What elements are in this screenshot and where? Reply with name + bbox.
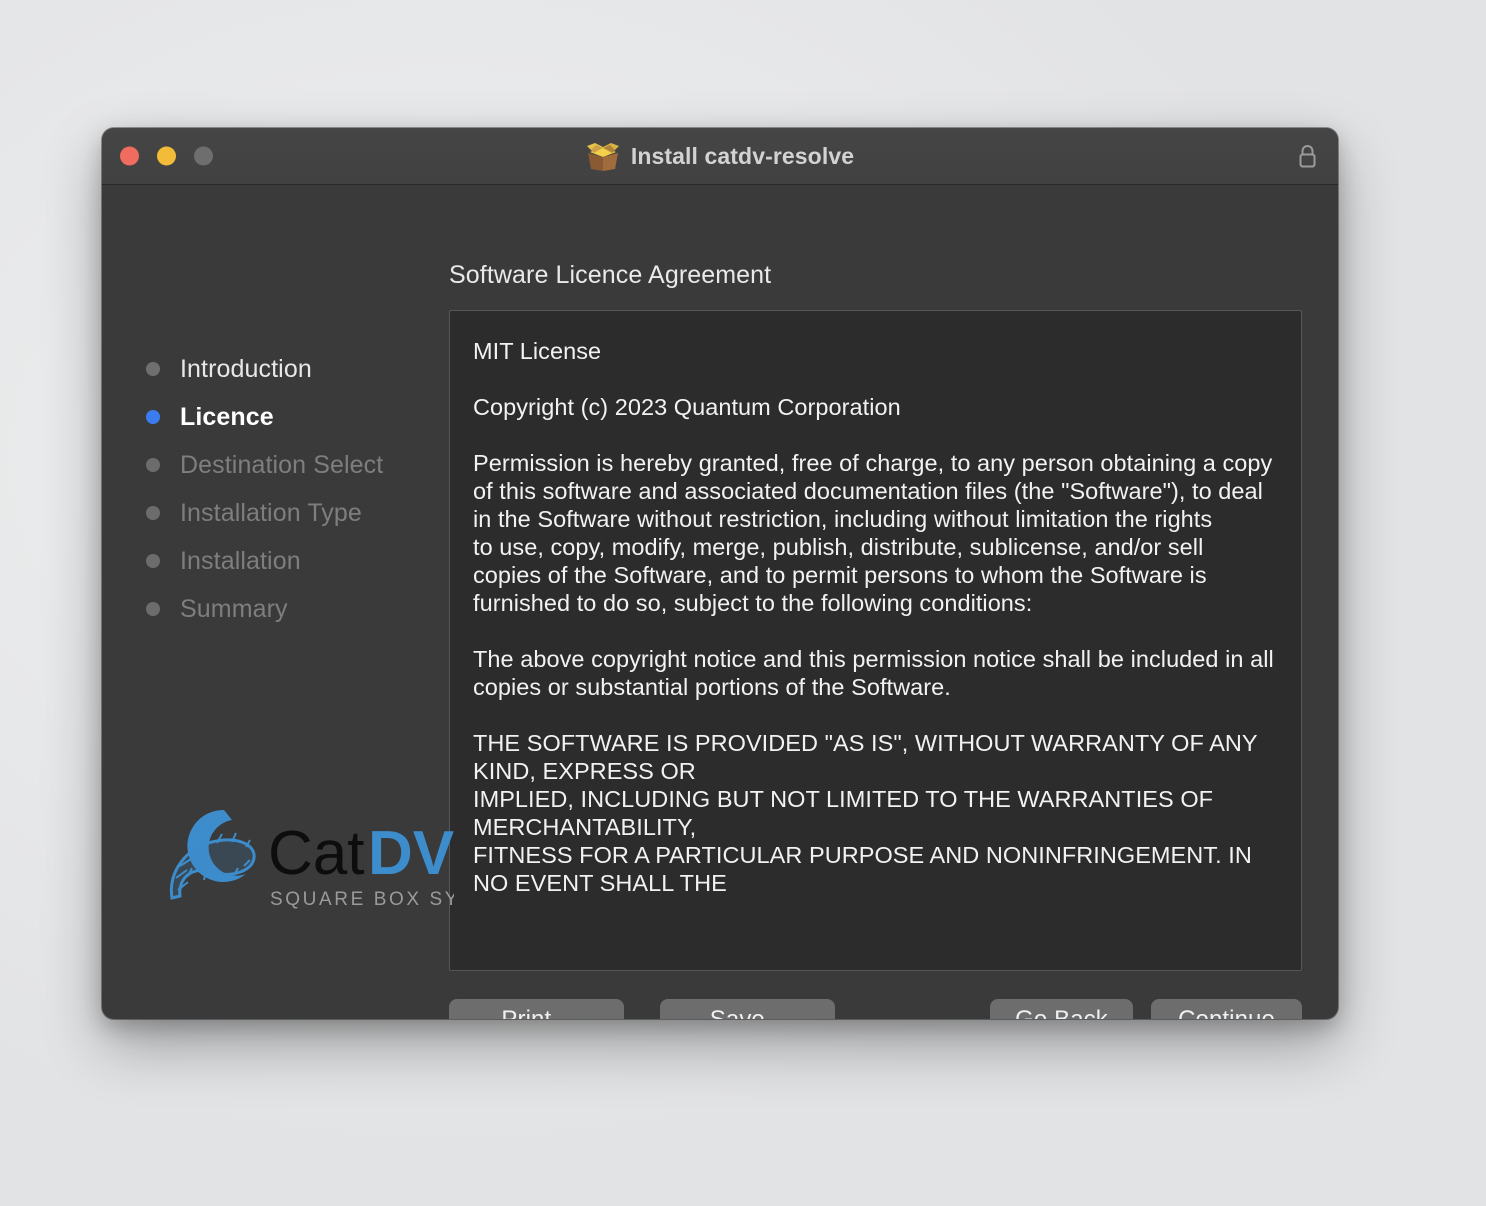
- continue-button[interactable]: Continue: [1151, 999, 1302, 1019]
- logo-word-dv: DV: [368, 819, 454, 888]
- print-button[interactable]: Print...: [449, 999, 624, 1019]
- licence-text-panel[interactable]: MIT License Copyright (c) 2023 Quantum C…: [449, 310, 1302, 971]
- sidebar-step-installation-type: Installation Type: [102, 489, 441, 537]
- sidebar-step-label: Licence: [180, 402, 274, 431]
- sidebar-step-label: Destination Select: [180, 450, 384, 479]
- traffic-light-group: [120, 146, 213, 166]
- sidebar-step-label: Introduction: [180, 354, 312, 383]
- button-row: Print... Save... Go Back Continue: [449, 999, 1302, 1019]
- logo-tagline: SQUARE BOX SYSTEMS: [270, 889, 454, 910]
- sidebar-step-introduction: Introduction: [102, 345, 441, 393]
- page-title: Software Licence Agreement: [449, 261, 772, 289]
- step-dot-icon: [146, 602, 160, 616]
- sidebar-step-installation: Installation: [102, 537, 441, 585]
- installer-window: Install catdv-resolve Introduction Licen…: [102, 128, 1338, 1019]
- installer-sidebar: Introduction Licence Destination Select …: [102, 185, 454, 1019]
- minimize-button[interactable]: [157, 146, 176, 166]
- logo-word-cat: Cat: [268, 819, 364, 888]
- window-title-group: Install catdv-resolve: [102, 141, 1338, 171]
- window-body: Introduction Licence Destination Select …: [102, 185, 1338, 1019]
- sidebar-step-summary: Summary: [102, 585, 441, 633]
- step-dot-icon: [146, 410, 160, 424]
- step-dot-icon: [146, 554, 160, 568]
- sidebar-step-label: Installation Type: [180, 498, 362, 527]
- step-dot-icon: [146, 458, 160, 472]
- installer-main-pane: Software Licence Agreement MIT License C…: [441, 185, 1338, 1019]
- sidebar-step-destination-select: Destination Select: [102, 441, 441, 489]
- close-button[interactable]: [120, 146, 139, 166]
- step-dot-icon: [146, 362, 160, 376]
- window-title: Install catdv-resolve: [630, 142, 855, 169]
- sidebar-step-label: Summary: [180, 594, 288, 623]
- licence-agreement-text: MIT License Copyright (c) 2023 Quantum C…: [473, 338, 1274, 896]
- lock-icon: [1299, 145, 1316, 168]
- step-dot-icon: [146, 506, 160, 520]
- sidebar-step-licence: Licence: [102, 393, 441, 441]
- zoom-button: [194, 146, 213, 166]
- save-button[interactable]: Save...: [660, 999, 835, 1019]
- package-box-icon: [586, 143, 619, 171]
- go-back-button[interactable]: Go Back: [990, 999, 1133, 1019]
- catdv-logo: Cat DV SQUARE BOX SYSTEMS: [169, 809, 454, 910]
- window-titlebar: Install catdv-resolve: [102, 128, 1338, 185]
- sidebar-step-label: Installation: [180, 546, 301, 575]
